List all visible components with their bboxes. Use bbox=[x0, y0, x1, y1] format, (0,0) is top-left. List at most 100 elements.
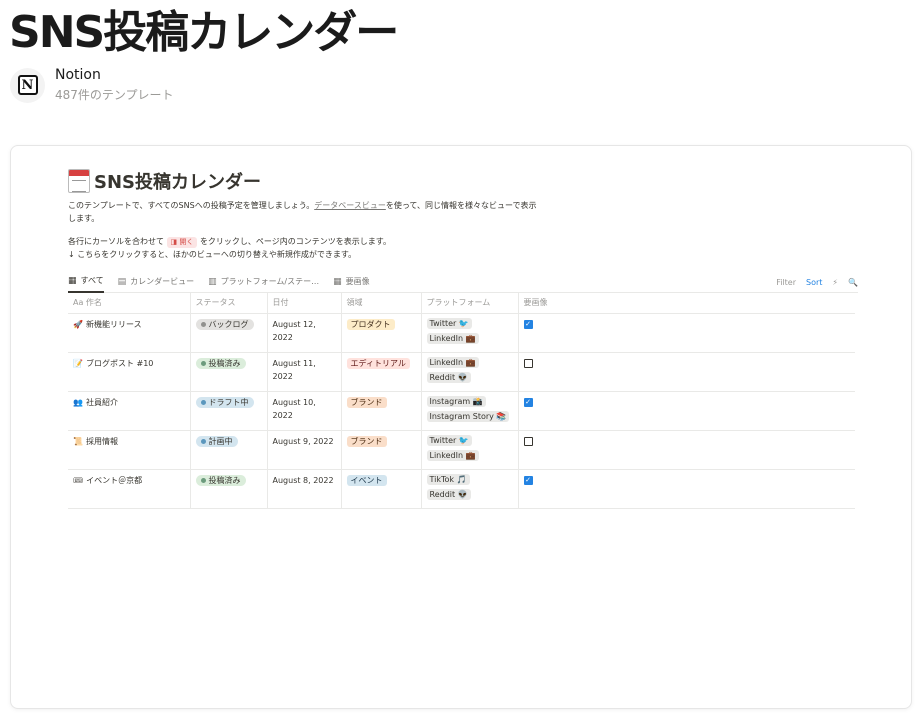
status-label: 計画中 bbox=[208, 436, 233, 446]
platform-tag: LinkedIn 💼 bbox=[426, 356, 479, 368]
cell-status[interactable]: バックログ bbox=[190, 313, 268, 353]
sort-button[interactable]: Sort bbox=[806, 278, 822, 287]
cell-needs-image[interactable]: ✓ bbox=[518, 313, 855, 353]
area-tag: ブランド bbox=[346, 435, 387, 447]
status-badge: 投稿済み bbox=[195, 357, 246, 369]
tab-calendar-view[interactable]: ▤ カレンダービュー bbox=[118, 271, 195, 293]
row-name: ブログポスト #10 bbox=[85, 358, 154, 368]
row-name: イベント＠京都 bbox=[86, 475, 143, 485]
instr-text-c: ↓ こちらをクリックすると、ほかのビューへの切り替えや新規作成ができます。 bbox=[68, 250, 357, 259]
database-view-link[interactable]: データベースビュー bbox=[314, 201, 386, 210]
cell-platform[interactable]: Twitter 🐦 LinkedIn 💼 bbox=[421, 430, 519, 470]
filter-button[interactable]: Filter bbox=[776, 278, 796, 287]
doc-instructions: 各行にカーソルを合わせて ◨ 開く をクリックし、ページ内のコンテンツを表示しま… bbox=[68, 235, 538, 261]
row-emoji-icon: 🎟 bbox=[73, 475, 84, 485]
cell-date[interactable]: August 9, 2022 bbox=[267, 430, 342, 470]
row-emoji-icon: 📝 bbox=[73, 358, 83, 368]
column-header-needs-image[interactable]: 要画像 bbox=[518, 293, 855, 314]
column-header-area[interactable]: 領域 bbox=[341, 293, 422, 314]
cell-platform[interactable]: Twitter 🐦 LinkedIn 💼 bbox=[421, 313, 519, 353]
column-header-status[interactable]: ステータス bbox=[190, 293, 268, 314]
open-button-sample: ◨ 開く bbox=[166, 237, 198, 248]
cell-date[interactable]: August 10, 2022 bbox=[267, 391, 342, 431]
calendar-icon: ▤ bbox=[117, 276, 127, 287]
row-name: 社員紹介 bbox=[85, 397, 118, 407]
platform-tag: Reddit 👽 bbox=[426, 488, 471, 500]
table-row[interactable]: 📜 採用情報 計画中 August 9, 2022 ブランド Twitter 🐦 Linke… bbox=[68, 430, 855, 470]
status-badge: バックログ bbox=[195, 318, 254, 330]
checkbox[interactable] bbox=[523, 436, 533, 446]
tab-platform-status[interactable]: ▥ プラットフォーム/ステー… bbox=[208, 271, 319, 293]
area-tag: プロダクト bbox=[346, 318, 395, 330]
tab-label: 要画像 bbox=[345, 277, 370, 286]
table-row[interactable]: 📝 ブログポスト #10 投稿済み August 11, 2022 エディトリアル Lin… bbox=[68, 352, 855, 392]
checkbox[interactable]: ✓ bbox=[523, 397, 533, 407]
cell-status[interactable]: 計画中 bbox=[190, 430, 268, 470]
cell-name[interactable]: 📝 ブログポスト #10 bbox=[68, 352, 191, 392]
cell-name[interactable]: 📜 採用情報 bbox=[68, 430, 191, 470]
status-badge: ドラフト中 bbox=[195, 396, 254, 408]
row-emoji-icon: 👥 bbox=[73, 397, 83, 407]
view-tabs: ▦ すべて ▤ カレンダービュー ▥ プラットフォーム/ステー… ▦ 要画像 Filte… bbox=[68, 271, 858, 293]
cell-area[interactable]: ブランド bbox=[341, 430, 422, 470]
row-name: 新機能リリース bbox=[85, 319, 142, 329]
checkbox[interactable]: ✓ bbox=[523, 319, 533, 329]
table-row[interactable]: 👥 社員紹介 ドラフト中 August 10, 2022 ブランド Instagram 📸… bbox=[68, 391, 855, 431]
tab-label: カレンダービュー bbox=[130, 277, 195, 286]
table-row[interactable]: 🎟 イベント＠京都 投稿済み August 8, 2022 イベント TikTok 🎵 Re… bbox=[68, 469, 855, 509]
creator-name[interactable]: Notion bbox=[55, 66, 174, 84]
cell-needs-image[interactable] bbox=[518, 430, 855, 470]
platform-tag: Twitter 🐦 bbox=[426, 317, 472, 329]
platform-tag: LinkedIn 💼 bbox=[426, 449, 479, 461]
search-icon[interactable]: 🔍 bbox=[848, 278, 858, 287]
table-icon: ▦ bbox=[333, 276, 342, 287]
cell-platform[interactable]: LinkedIn 💼 Reddit 👽 bbox=[421, 352, 519, 392]
column-header-platform[interactable]: プラットフォーム bbox=[421, 293, 519, 314]
checkbox[interactable]: ✓ bbox=[523, 475, 533, 485]
doc-description: このテンプレートで、すべてのSNSへの投稿予定を管理しましょう。データベースビュ… bbox=[68, 199, 538, 225]
cell-status[interactable]: 投稿済み bbox=[190, 469, 268, 509]
creator-info[interactable]: N Notion 487件のテンプレート bbox=[10, 66, 174, 104]
instr-text-b: をクリックし、ページ内のコンテンツを表示します。 bbox=[199, 237, 391, 246]
cell-status[interactable]: ドラフト中 bbox=[190, 391, 268, 431]
cell-needs-image[interactable]: ✓ bbox=[518, 469, 855, 509]
status-badge: 計画中 bbox=[195, 435, 238, 447]
automation-icon[interactable]: ⚡ bbox=[832, 278, 838, 287]
cell-area[interactable]: ブランド bbox=[341, 391, 422, 431]
cell-date[interactable]: August 8, 2022 bbox=[267, 469, 342, 509]
database-table: Aa 作名 ステータス 日付 領域 プラットフォーム 要画像 🚀 新機能リリース バ… bbox=[68, 293, 855, 509]
tab-needs-image[interactable]: ▦ 要画像 bbox=[333, 271, 370, 293]
area-tag: ブランド bbox=[346, 396, 387, 408]
column-header-name[interactable]: Aa 作名 bbox=[68, 293, 191, 314]
cell-date[interactable]: August 12, 2022 bbox=[267, 313, 342, 353]
row-emoji-icon: 📜 bbox=[73, 436, 83, 446]
cell-platform[interactable]: TikTok 🎵 Reddit 👽 bbox=[421, 469, 519, 509]
cell-name[interactable]: 👥 社員紹介 bbox=[68, 391, 191, 431]
cell-needs-image[interactable]: ✓ bbox=[518, 391, 855, 431]
row-emoji-icon: 🚀 bbox=[73, 319, 83, 329]
template-preview: SNS投稿カレンダー このテンプレートで、すべてのSNSへの投稿予定を管理しまし… bbox=[10, 145, 912, 709]
page-title: SNS投稿カレンダー bbox=[9, 7, 399, 58]
cell-needs-image[interactable] bbox=[518, 352, 855, 392]
notion-logo-icon: N bbox=[17, 75, 38, 95]
cell-date[interactable]: August 11, 2022 bbox=[267, 352, 342, 392]
doc-title: SNS投稿カレンダー bbox=[94, 172, 261, 193]
desc-text-a: このテンプレートで、すべてのSNSへの投稿予定を管理しましょう。 bbox=[68, 201, 315, 210]
cell-area[interactable]: イベント bbox=[341, 469, 422, 509]
cell-status[interactable]: 投稿済み bbox=[190, 352, 268, 392]
table-row[interactable]: 🚀 新機能リリース バックログ August 12, 2022 プロダクト Twitter… bbox=[68, 313, 855, 353]
tab-all[interactable]: ▦ すべて bbox=[68, 271, 104, 293]
cell-name[interactable]: 🎟 イベント＠京都 bbox=[68, 469, 191, 509]
column-header-date[interactable]: 日付 bbox=[267, 293, 342, 314]
cell-area[interactable]: エディトリアル bbox=[341, 352, 422, 392]
checkbox[interactable] bbox=[523, 358, 533, 368]
cell-area[interactable]: プロダクト bbox=[341, 313, 422, 353]
cell-name[interactable]: 🚀 新機能リリース bbox=[68, 313, 191, 353]
status-badge: 投稿済み bbox=[195, 474, 246, 486]
avatar[interactable]: N bbox=[10, 67, 45, 103]
platform-tag: TikTok 🎵 bbox=[426, 473, 470, 485]
status-dot bbox=[200, 321, 206, 327]
cell-platform[interactable]: Instagram 📸 Instagram Story 📚 bbox=[421, 391, 519, 431]
area-tag: イベント bbox=[346, 474, 387, 486]
row-name: 採用情報 bbox=[85, 436, 118, 446]
